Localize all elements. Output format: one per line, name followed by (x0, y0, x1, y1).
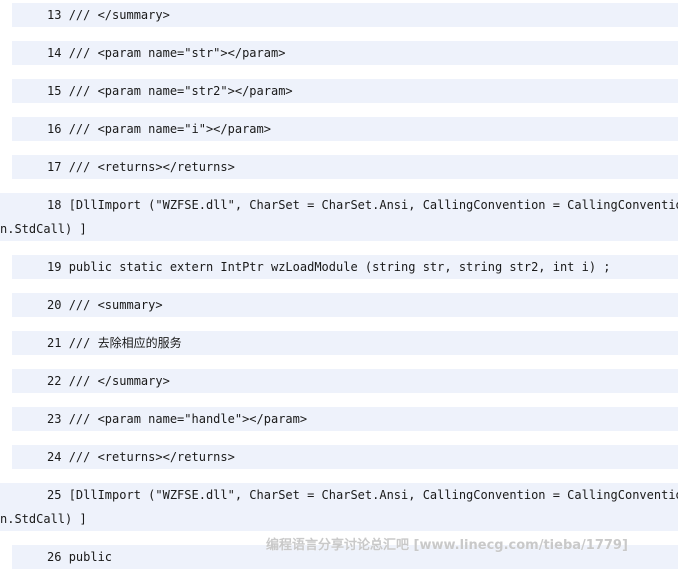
code-line-25: 25 [DllImport ("WZFSE.dll", CharSet = Ch… (0, 483, 678, 531)
code-line-text: 24 /// <returns></returns> (47, 450, 235, 464)
code-line-14: 14 /// <param name="str"></param> (12, 41, 678, 65)
code-line-text: 26 public (47, 550, 113, 564)
code-line-15: 15 /// <param name="str2"></param> (12, 79, 678, 103)
code-line-22: 22 /// </summary> (12, 369, 678, 393)
code-line-text: 18 [DllImport ("WZFSE.dll", CharSet = Ch… (47, 198, 678, 212)
code-line-19: 19 public static extern IntPtr wzLoadMod… (12, 255, 678, 279)
code-block: 13 /// </summary> 14 /// <param name="st… (0, 0, 682, 569)
code-line-text: 19 public static extern IntPtr wzLoadMod… (47, 260, 611, 274)
code-line-text: 16 /// <param name="i"></param> (47, 122, 271, 136)
code-line-23: 23 /// <param name="handle"></param> (12, 407, 678, 431)
code-line-text: 22 /// </summary> (47, 374, 170, 388)
code-line-text: 17 /// <returns></returns> (47, 160, 235, 174)
code-line-20: 20 /// <summary> (12, 293, 678, 317)
code-line-wrap-text: n.StdCall) ] (0, 512, 87, 526)
code-line-21: 21 /// 去除相应的服务 (12, 331, 678, 355)
code-line-text: 14 /// <param name="str"></param> (47, 46, 286, 60)
code-line-16: 16 /// <param name="i"></param> (12, 117, 678, 141)
code-line-text: 13 /// </summary> (47, 8, 170, 22)
code-line-24: 24 /// <returns></returns> (12, 445, 678, 469)
code-line-text: 15 /// <param name="str2"></param> (47, 84, 293, 98)
watermark-text: 编程语言分享讨论总汇吧 [www.linecg.com/tieba/1779] (266, 538, 628, 553)
code-line-17: 17 /// <returns></returns> (12, 155, 678, 179)
code-line-text: 20 /// <summary> (47, 298, 163, 312)
code-line-text: 21 /// 去除相应的服务 (47, 336, 182, 350)
code-line-wrap-text: n.StdCall) ] (0, 222, 87, 236)
code-line-18: 18 [DllImport ("WZFSE.dll", CharSet = Ch… (0, 193, 678, 241)
code-line-text: 25 [DllImport ("WZFSE.dll", CharSet = Ch… (47, 488, 678, 502)
code-line-13: 13 /// </summary> (12, 3, 678, 27)
code-line-text: 23 /// <param name="handle"></param> (47, 412, 308, 426)
